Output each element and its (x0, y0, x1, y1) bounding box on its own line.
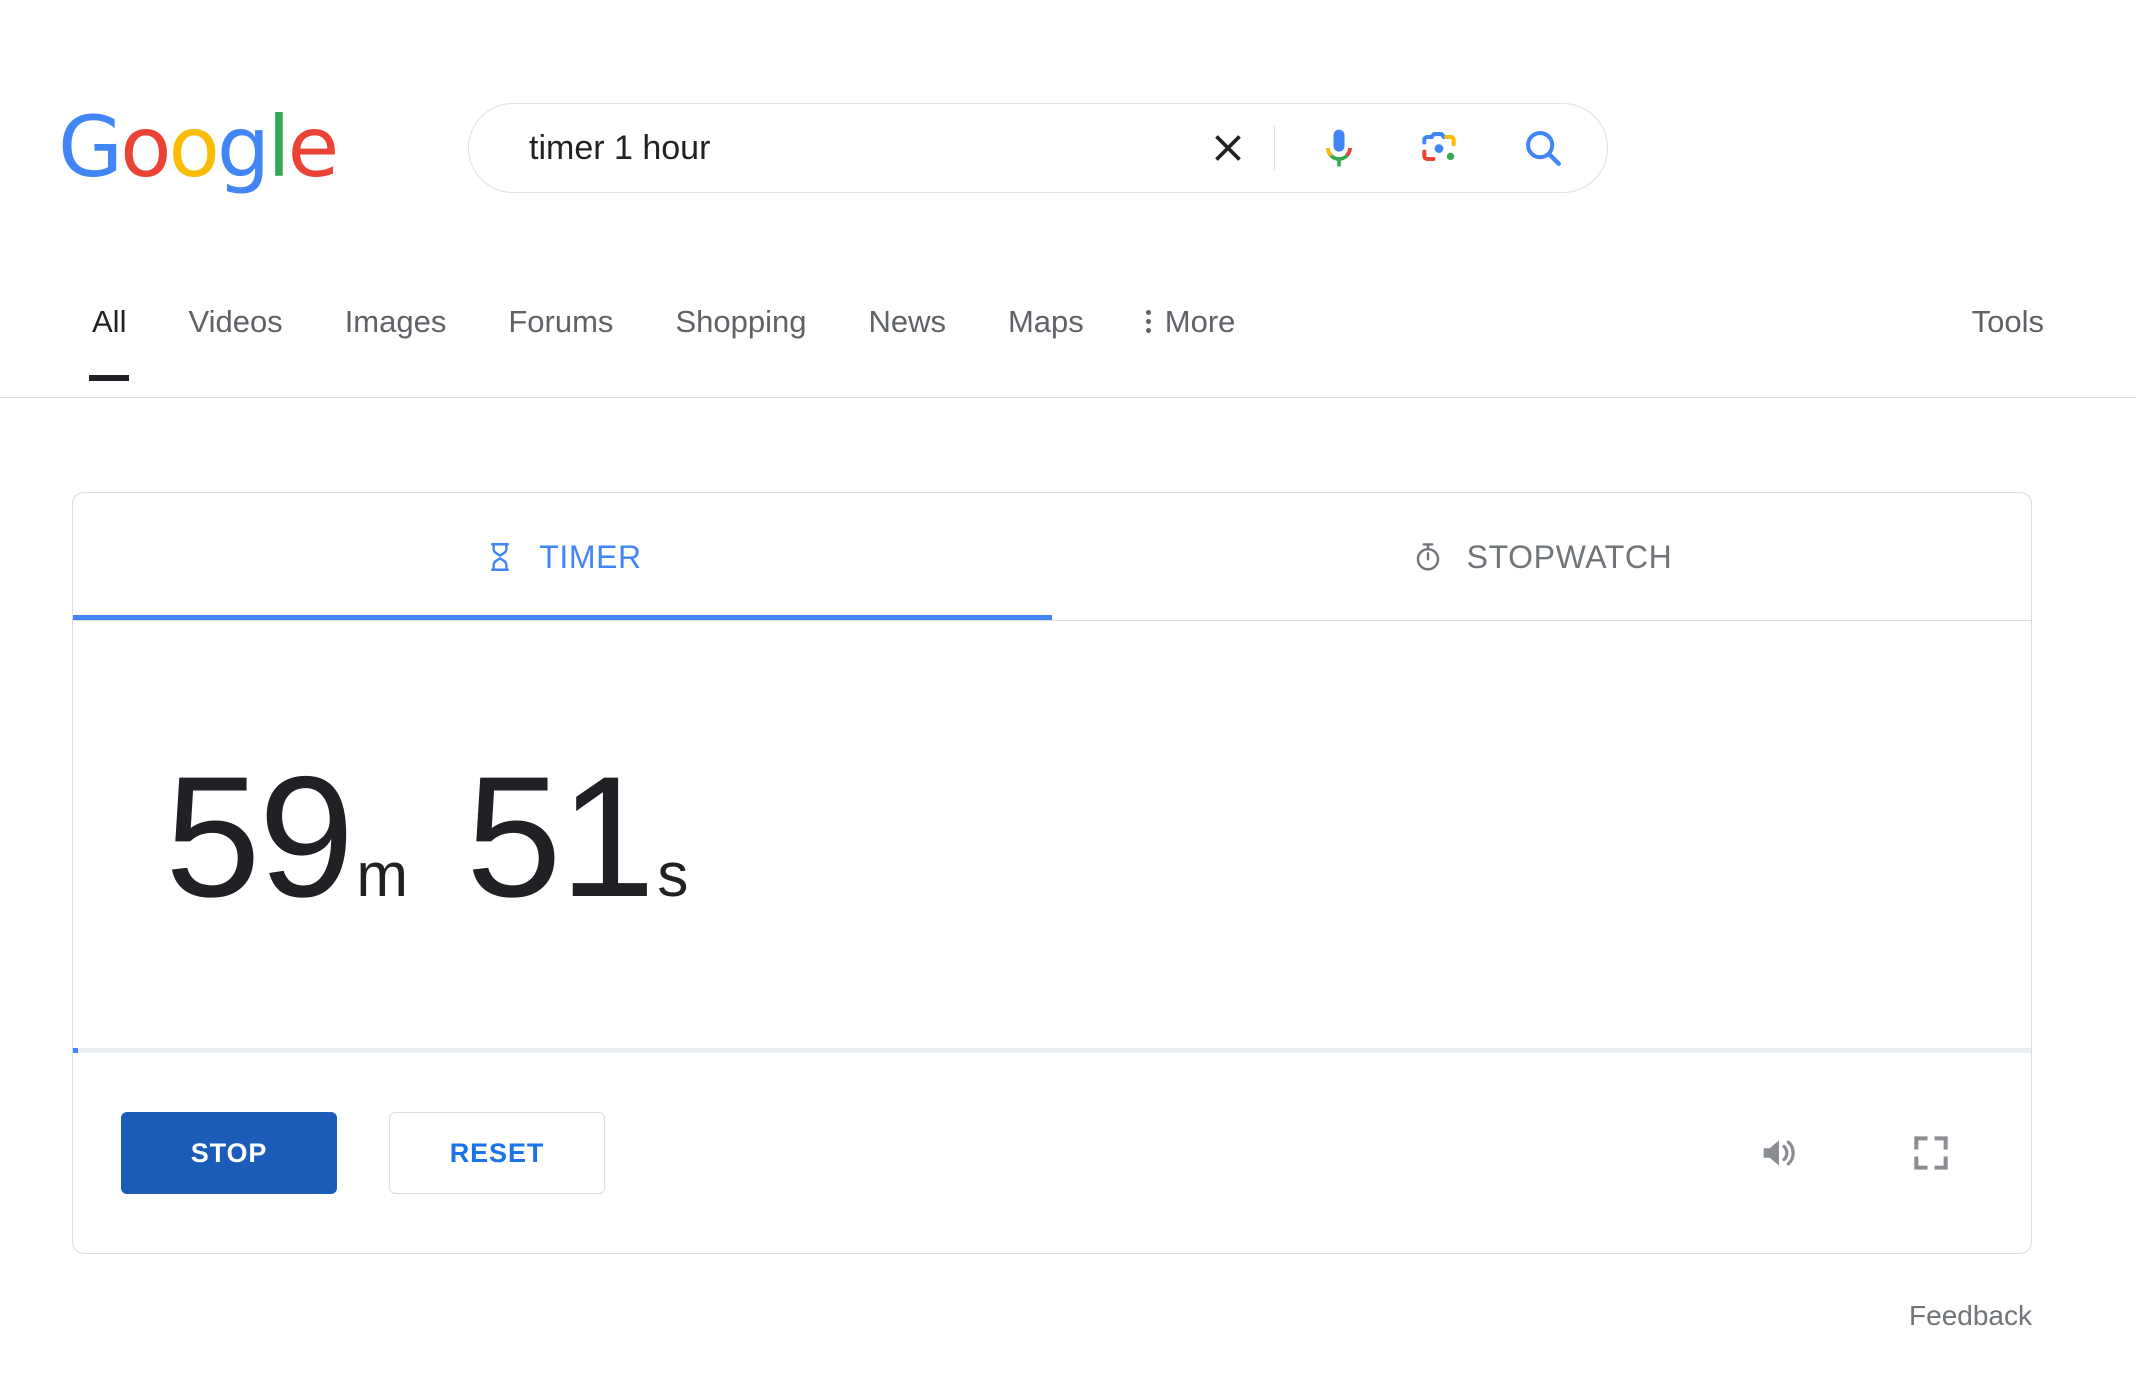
search-bar[interactable] (468, 103, 1608, 193)
timer-minutes-value: 59 (165, 741, 354, 933)
timer-progress-fill (73, 1048, 78, 1053)
nav-more-label: More (1164, 303, 1236, 339)
timer-widget-card: TIMER STOPWATCH 59 m 51 s STOP RESET (72, 492, 2032, 1254)
nav-tab-images[interactable]: Images (345, 258, 447, 397)
logo-letter-g2: g (216, 98, 270, 196)
google-logo[interactable]: Google (58, 98, 340, 196)
nav-tab-shopping-label: Shopping (675, 303, 807, 339)
nav-items: All Videos Images Forums Shopping News M… (0, 258, 1297, 397)
nav-tab-forums[interactable]: Forums (508, 258, 613, 397)
clear-search-button[interactable] (1200, 120, 1256, 176)
search-bar-divider (1274, 126, 1275, 170)
nav-tab-maps[interactable]: Maps (1008, 258, 1084, 397)
timer-seconds-value: 51 (465, 741, 655, 933)
timer-progress-track (73, 1048, 2031, 1053)
nav-tab-all-label: All (92, 303, 127, 339)
timer-minutes-unit: m (356, 841, 408, 910)
nav-tab-all[interactable]: All (88, 258, 130, 397)
hourglass-icon (491, 543, 510, 571)
feedback-link[interactable]: Feedback (72, 1300, 2032, 1332)
nav-more-button[interactable]: More (1145, 258, 1236, 397)
nav-tab-maps-label: Maps (1007, 303, 1084, 339)
nav-tab-news-label: News (868, 303, 946, 339)
tab-timer-label: TIMER (539, 538, 642, 575)
timer-seconds-unit: s (657, 841, 689, 910)
google-lens-button[interactable] (1411, 120, 1467, 176)
search-bar-icons (1200, 120, 1607, 176)
timer-card-tabs: TIMER STOPWATCH (73, 493, 2031, 621)
nav-tab-images-label: Images (344, 303, 447, 339)
voice-search-button[interactable] (1311, 120, 1367, 176)
search-submit-button[interactable] (1515, 120, 1571, 176)
logo-letter-o1: o (120, 98, 171, 196)
logo-letter-l: l (267, 98, 290, 196)
search-tools-button[interactable]: Tools (1972, 258, 2136, 397)
timer-footer-icons (1751, 1125, 1959, 1181)
stopwatch-icon (1416, 543, 1439, 571)
search-input[interactable] (469, 104, 1200, 192)
tab-stopwatch[interactable]: STOPWATCH (1052, 493, 2031, 621)
stop-button[interactable]: STOP (121, 1112, 337, 1194)
nav-tab-forums-label: Forums (508, 303, 614, 339)
reset-button-label: RESET (449, 1137, 545, 1168)
tab-timer[interactable]: TIMER (73, 493, 1052, 621)
google-lens-camera-icon (1422, 132, 1456, 162)
fullscreen-icon (1914, 1136, 1948, 1170)
page-header: Google (0, 0, 2136, 258)
feedback-label: Feedback (1909, 1300, 2032, 1331)
timer-readout[interactable]: 59 m 51 s (165, 751, 688, 923)
search-icon (1526, 131, 1561, 166)
nav-tab-videos[interactable]: Videos (188, 258, 282, 397)
tab-stopwatch-label: STOPWATCH (1466, 538, 1673, 575)
nav-tab-news[interactable]: News (868, 258, 946, 397)
search-tools-label: Tools (1971, 303, 2044, 339)
sound-toggle-button[interactable] (1751, 1125, 1807, 1181)
close-icon (1215, 135, 1241, 161)
reset-button[interactable]: RESET (389, 1112, 605, 1194)
logo-letter-e: e (287, 98, 340, 196)
logo-letter-o2: o (168, 98, 220, 196)
timer-controls: STOP RESET (73, 1053, 2031, 1253)
nav-tab-videos-label: Videos (188, 303, 283, 339)
logo-letter-g1: G (58, 98, 123, 196)
volume-icon (1763, 1140, 1795, 1166)
timer-display-area: 59 m 51 s (73, 621, 2031, 1053)
three-dots-vertical-icon (1145, 310, 1151, 333)
microphone-icon (1326, 129, 1352, 167)
fullscreen-button[interactable] (1903, 1125, 1959, 1181)
nav-tab-shopping[interactable]: Shopping (675, 258, 806, 397)
search-nav-bar: All Videos Images Forums Shopping News M… (0, 258, 2136, 398)
stop-button-label: STOP (190, 1137, 268, 1168)
